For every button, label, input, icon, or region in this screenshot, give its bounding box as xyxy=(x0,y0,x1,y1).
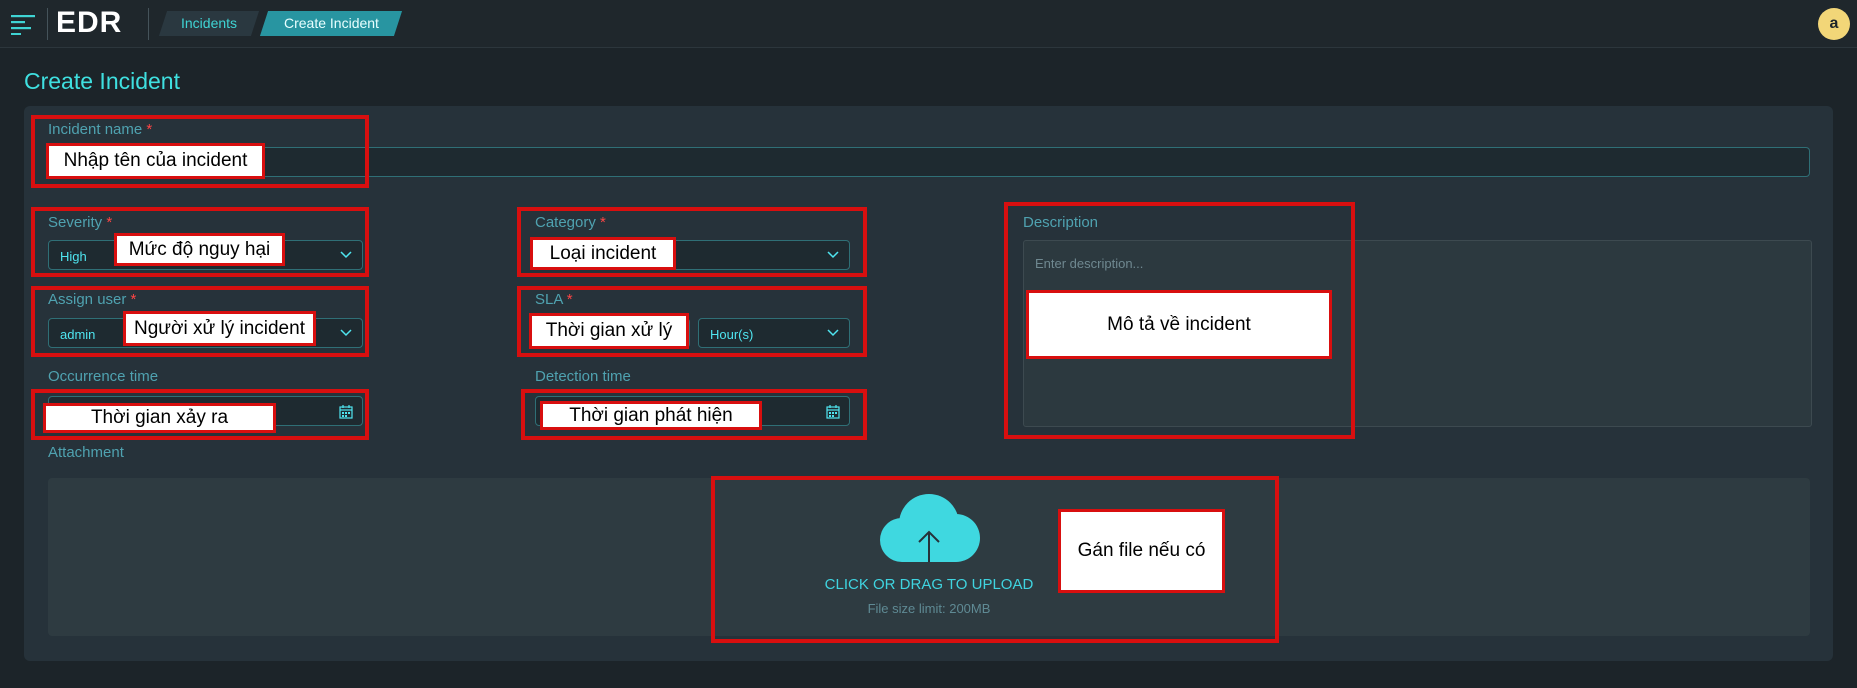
breadcrumb-label: Incidents xyxy=(180,15,238,31)
breadcrumb-label: Create Incident xyxy=(283,15,379,31)
breadcrumb-incidents[interactable]: Incidents xyxy=(158,11,260,36)
breadcrumb-create-incident[interactable]: Create Incident xyxy=(259,11,403,36)
annotation-category: Loại incident xyxy=(530,237,676,270)
top-bar: EDR Incidents Create Incident a xyxy=(0,0,1857,48)
attachment-label: Attachment xyxy=(48,444,124,461)
menu-icon[interactable] xyxy=(11,13,37,35)
annotation-severity: Mức độ nguy hại xyxy=(114,233,285,266)
annotation-sla: Thời gian xử lý xyxy=(529,313,689,349)
annotation-detection-time: Thời gian phát hiện xyxy=(540,401,762,430)
annotation-assign-user: Người xử lý incident xyxy=(123,311,316,346)
annotation-occurrence-time: Thời gian xảy ra xyxy=(43,403,276,433)
avatar[interactable]: a xyxy=(1818,8,1850,40)
page-title: Create Incident xyxy=(24,68,180,94)
detection-time-label: Detection time xyxy=(535,368,631,385)
divider xyxy=(47,8,48,40)
occurrence-time-label: Occurrence time xyxy=(48,368,159,385)
divider xyxy=(148,8,149,40)
annotation-incident-name: Nhập tên của incident xyxy=(46,143,265,179)
annotation-description: Mô tả về incident xyxy=(1026,290,1332,359)
annotation-attachment: Gán file nếu có xyxy=(1058,509,1225,593)
logo: EDR xyxy=(56,6,123,39)
